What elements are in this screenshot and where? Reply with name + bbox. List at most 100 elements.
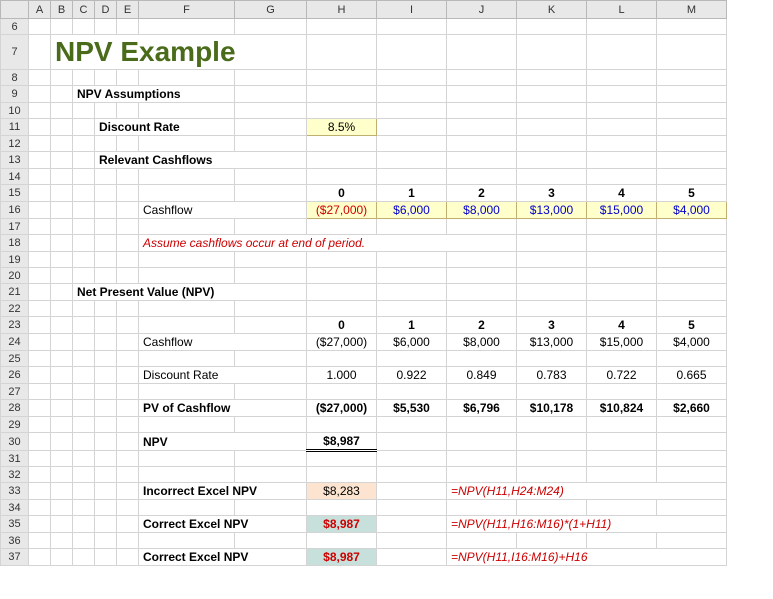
cell[interactable]: Net Present Value (NPV) — [73, 284, 307, 301]
cell[interactable] — [73, 119, 95, 136]
cell[interactable] — [517, 103, 587, 119]
cell[interactable] — [235, 252, 307, 268]
cell[interactable] — [587, 500, 657, 516]
cell[interactable] — [139, 136, 235, 152]
cell[interactable] — [51, 400, 73, 417]
cell[interactable]: Relevant Cashflows — [95, 152, 307, 169]
cell[interactable] — [307, 417, 377, 433]
cell[interactable] — [447, 136, 517, 152]
row-header[interactable]: 23 — [1, 317, 29, 334]
cell[interactable] — [139, 451, 235, 467]
cell[interactable] — [447, 70, 517, 86]
cell[interactable] — [447, 433, 517, 451]
col-header[interactable]: E — [117, 1, 139, 19]
cell[interactable] — [95, 252, 117, 268]
cell[interactable] — [51, 284, 73, 301]
row-header[interactable]: 31 — [1, 451, 29, 467]
cell[interactable] — [95, 185, 117, 202]
cell[interactable] — [73, 533, 95, 549]
cell[interactable] — [377, 301, 447, 317]
cell[interactable] — [117, 19, 139, 35]
cell[interactable] — [447, 252, 517, 268]
cell[interactable] — [307, 384, 377, 400]
cell[interactable] — [29, 136, 51, 152]
cell[interactable] — [51, 317, 73, 334]
cell[interactable] — [587, 119, 657, 136]
cell[interactable] — [657, 252, 727, 268]
row-header[interactable]: 20 — [1, 268, 29, 284]
cell[interactable] — [587, 417, 657, 433]
row-header[interactable]: 28 — [1, 400, 29, 417]
cell[interactable] — [517, 19, 587, 35]
cell[interactable] — [95, 467, 117, 483]
cell[interactable]: 2 — [447, 185, 517, 202]
cell[interactable]: $8,000 — [447, 334, 517, 351]
row-header[interactable]: 29 — [1, 417, 29, 433]
cell[interactable] — [29, 119, 51, 136]
cell[interactable] — [29, 367, 51, 384]
cell[interactable] — [117, 433, 139, 451]
cell[interactable]: $8,987 — [307, 516, 377, 533]
cell[interactable]: 0 — [307, 317, 377, 334]
row-header[interactable]: 8 — [1, 70, 29, 86]
row-header[interactable]: 33 — [1, 483, 29, 500]
spreadsheet-grid[interactable]: A B C D E F G H I J K L M 67NPV Example8… — [0, 0, 727, 566]
cell[interactable] — [95, 549, 117, 566]
row-header[interactable]: 35 — [1, 516, 29, 533]
row-header[interactable]: 6 — [1, 19, 29, 35]
cell[interactable] — [51, 417, 73, 433]
cell[interactable] — [235, 136, 307, 152]
cell[interactable] — [29, 351, 51, 367]
cell[interactable] — [517, 70, 587, 86]
cell[interactable] — [95, 400, 117, 417]
cell[interactable] — [95, 235, 117, 252]
cell[interactable] — [73, 500, 95, 516]
cell[interactable] — [29, 202, 51, 219]
cell[interactable] — [29, 284, 51, 301]
cell[interactable] — [73, 235, 95, 252]
cell[interactable] — [587, 351, 657, 367]
cell[interactable]: $15,000 — [587, 202, 657, 219]
cell[interactable] — [51, 500, 73, 516]
row-header[interactable]: 36 — [1, 533, 29, 549]
cell[interactable] — [73, 268, 95, 284]
cell[interactable] — [377, 433, 447, 451]
cell[interactable] — [307, 467, 377, 483]
cell[interactable] — [377, 533, 447, 549]
column-header-row[interactable]: A B C D E F G H I J K L M — [1, 1, 727, 19]
cell[interactable] — [51, 152, 73, 169]
cell[interactable] — [95, 451, 117, 467]
cell[interactable] — [95, 384, 117, 400]
row-header[interactable]: 7 — [1, 35, 29, 70]
cell[interactable] — [117, 483, 139, 500]
cell[interactable] — [447, 169, 517, 185]
cell[interactable] — [657, 103, 727, 119]
cell[interactable] — [139, 70, 235, 86]
cell[interactable] — [587, 152, 657, 169]
cell[interactable] — [117, 70, 139, 86]
cell[interactable] — [377, 252, 447, 268]
cell[interactable]: NPV Assumptions — [73, 86, 235, 103]
cell[interactable] — [73, 219, 95, 235]
cell[interactable] — [657, 284, 727, 301]
cell[interactable]: $4,000 — [657, 334, 727, 351]
cell[interactable] — [377, 351, 447, 367]
cell[interactable] — [117, 202, 139, 219]
cell[interactable] — [117, 400, 139, 417]
cell[interactable] — [51, 549, 73, 566]
cell[interactable] — [587, 19, 657, 35]
cell[interactable] — [657, 351, 727, 367]
cell[interactable]: Discount Rate — [139, 367, 307, 384]
cell[interactable] — [73, 467, 95, 483]
cell[interactable] — [587, 70, 657, 86]
cell[interactable] — [377, 119, 447, 136]
cell[interactable] — [73, 252, 95, 268]
cell[interactable] — [447, 351, 517, 367]
cell[interactable] — [51, 219, 73, 235]
cell[interactable] — [51, 119, 73, 136]
cell[interactable]: NPV — [139, 433, 307, 451]
cell[interactable] — [447, 152, 517, 169]
cell[interactable]: 4 — [587, 317, 657, 334]
cell[interactable]: $8,987 — [307, 549, 377, 566]
cell[interactable] — [517, 451, 587, 467]
